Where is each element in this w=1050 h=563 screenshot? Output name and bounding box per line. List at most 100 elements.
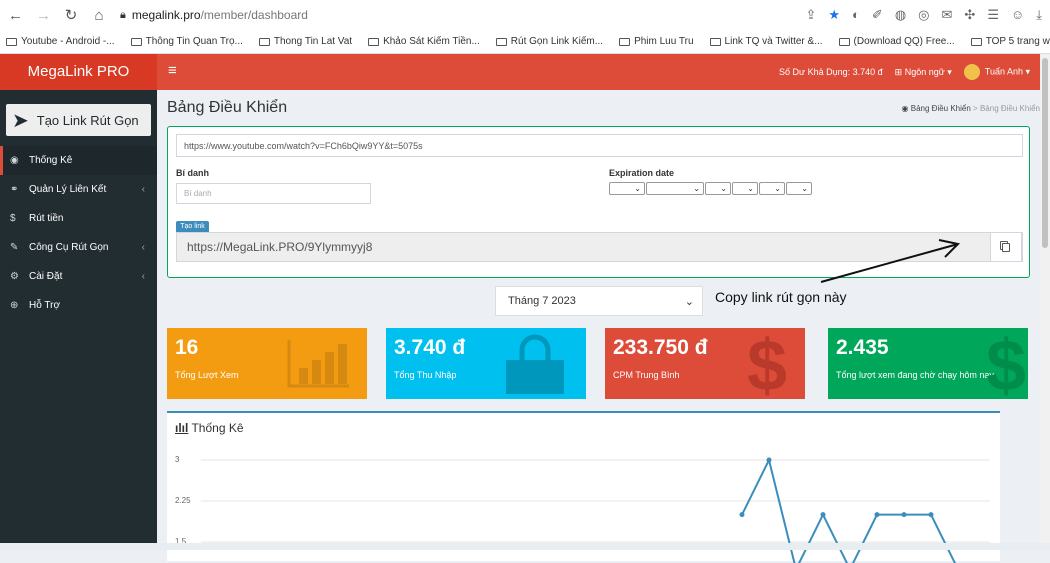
folder-icon: [619, 37, 631, 46]
home-icon[interactable]: ⌂: [92, 7, 106, 24]
lock-icon: 🔒︎: [120, 8, 126, 21]
bookmark-item[interactable]: (Download QQ) Free...: [838, 36, 955, 47]
breadcrumb-home[interactable]: Bảng Điều Khiển: [911, 104, 971, 113]
extension-icon[interactable]: ◐: [852, 7, 860, 23]
sidebar-item-label: Hỗ Trợ: [29, 300, 61, 311]
bookmark-item[interactable]: Youtube - Android -...: [6, 36, 115, 47]
chevron-left-icon: ‹: [141, 184, 145, 195]
download-icon[interactable]: ⤓: [1036, 7, 1042, 23]
bookmark-item[interactable]: Thông Tin Quan Trọ...: [130, 36, 243, 47]
long-url-input[interactable]: https://www.youtube.com/watch?v=FCh6bQiw…: [176, 134, 1023, 157]
folder-icon: [368, 37, 380, 46]
bookmark-item[interactable]: Link TQ và Twitter &...: [709, 36, 823, 47]
tile-value: 3.740 đ: [394, 336, 466, 359]
pending-views-tile: 2.435 Tổng lượt xem đang chờ chạy hôm na…: [828, 328, 1028, 399]
expiration-ampm-select[interactable]: ⌄: [786, 182, 812, 195]
user-menu[interactable]: Tuấn Anh ▾: [963, 64, 1030, 80]
reload-icon[interactable]: ↻: [64, 6, 78, 24]
sidebar-item-6[interactable]: ⊕ Hỗ Trợ: [0, 291, 157, 320]
sidebar-item-label: Cài Đặt: [29, 271, 63, 282]
menu-toggle-icon[interactable]: ≡: [168, 62, 177, 79]
extension-icon[interactable]: ✐: [872, 7, 883, 23]
puzzle-icon[interactable]: ✣: [964, 7, 975, 23]
scrollbar-thumb[interactable]: [1042, 58, 1048, 248]
cpm-tile: 233.750 đ CPM Trung Bình $: [605, 328, 805, 399]
avatar: [963, 64, 980, 80]
data-point[interactable]: [874, 512, 880, 518]
annotation-arrow: [820, 239, 961, 283]
expiration-year-select[interactable]: ⌄: [705, 182, 731, 195]
breadcrumb-separator: >: [973, 104, 978, 113]
main-content: Bảng Điều Khiển ◉ Bảng Điều Khiển > Bảng…: [157, 90, 1040, 563]
dollar-icon: $: [746, 328, 787, 399]
page-scrollbar[interactable]: [1040, 54, 1050, 550]
data-point[interactable]: [766, 457, 772, 463]
back-icon[interactable]: ←: [8, 7, 23, 24]
shopping-bag-icon: [506, 334, 564, 394]
expiration-hour-select[interactable]: ⌄: [732, 182, 758, 195]
tile-label: Tổng Thu Nhập: [394, 370, 457, 380]
dashboard-icon: ◉: [901, 104, 909, 113]
bookmark-item[interactable]: TOP 5 trang web ch...: [970, 36, 1050, 47]
gears-icon: ⚙: [10, 271, 19, 282]
stats-line-chart: [201, 457, 990, 563]
bookmark-item[interactable]: Thong Tin Lat Vat: [258, 36, 353, 47]
os-taskbar: [0, 543, 1050, 550]
user-name: Tuấn Anh ▾: [984, 66, 1030, 77]
extension-icon[interactable]: ✉: [942, 7, 953, 23]
data-point[interactable]: [820, 512, 826, 518]
url-host: megalink.pro: [131, 8, 201, 22]
alias-label: Bí danh: [176, 168, 209, 178]
breadcrumb: ◉ Bảng Điều Khiển > Bảng Điều Khiển: [902, 104, 1040, 113]
browser-toolbar: ← → ↻ ⌂ 🔒︎ megalink.pro/member/dashboard…: [0, 0, 1050, 30]
sidebar-item-5[interactable]: ⚙ Cài Đặt ‹: [0, 262, 157, 291]
app-logo[interactable]: MegaLink PRO: [0, 54, 157, 90]
sidebar-item-3[interactable]: $ Rút tiền: [0, 204, 157, 233]
tile-label: CPM Trung Bình: [613, 370, 680, 380]
extension-icons: ⇪ ★ ◐ ✐ ◍ ◎ ✉ ✣ ☰ ☺ ⤓: [805, 7, 1042, 23]
alias-input[interactable]: Bí danh: [176, 183, 371, 204]
reading-list-icon[interactable]: ☰: [987, 7, 999, 23]
extension-icon[interactable]: ◎: [918, 7, 929, 23]
bookmark-label: Thong Tin Lat Vat: [273, 36, 353, 47]
short-url-text: https://MegaLink.PRO/9Ylymmyyj8: [187, 240, 373, 254]
sidebar-item-1[interactable]: ◉ Thống Kê: [0, 146, 157, 175]
bookmark-item[interactable]: Phim Luu Tru: [619, 36, 694, 47]
data-point[interactable]: [739, 512, 745, 518]
sidebar-item-2[interactable]: ⚭ Quản Lý Liên Kết ‹: [0, 175, 157, 204]
bookmark-label: TOP 5 trang web ch...: [985, 36, 1050, 47]
share-icon[interactable]: ⇪: [805, 7, 816, 23]
chevron-down-icon: ⌄: [684, 295, 694, 308]
create-short-link-button[interactable]: ➤ Tạo Link Rút Gọn: [6, 104, 151, 136]
dollar-icon: $: [10, 213, 16, 224]
expiration-label: Expiration date: [609, 168, 675, 178]
bar-chart-icon: [287, 340, 349, 388]
data-point[interactable]: [928, 512, 934, 518]
bookmark-label: Phim Luu Tru: [634, 36, 694, 47]
bookmarks-bar: Youtube - Android -... Thông Tin Quan Trọ…: [0, 30, 1050, 54]
bookmark-item[interactable]: Khảo Sát Kiếm Tiền...: [368, 36, 480, 47]
tile-value: 16: [175, 336, 199, 359]
expiration-day-select[interactable]: ⌄: [609, 182, 645, 195]
forward-icon[interactable]: →: [36, 7, 51, 24]
month-select[interactable]: Tháng 7 2023 ⌄: [495, 286, 703, 316]
extension-icon[interactable]: ◍: [895, 7, 906, 23]
month-select-value: Tháng 7 2023: [508, 295, 576, 307]
bookmark-label: (Download QQ) Free...: [853, 36, 955, 47]
sidebar: ➤ Tạo Link Rút Gọn ◉ Thống Kê ⚭ Quản Lý Liê…: [0, 90, 157, 550]
bookmark-label: Rút Gọn Link Kiếm...: [510, 36, 604, 47]
chevron-left-icon: ‹: [141, 242, 145, 253]
expiration-minute-select[interactable]: ⌄: [759, 182, 785, 195]
profile-icon[interactable]: ☺: [1011, 7, 1024, 23]
copy-button[interactable]: [990, 232, 1022, 262]
sidebar-item-4[interactable]: ✎ Công Cụ Rút Gọn ‹: [0, 233, 157, 262]
address-bar[interactable]: 🔒︎ megalink.pro/member/dashboard: [120, 8, 308, 22]
data-point[interactable]: [901, 512, 907, 518]
bookmark-star-icon[interactable]: ★: [828, 7, 840, 23]
bookmark-label: Link TQ và Twitter &...: [724, 36, 823, 47]
chevron-left-icon: ‹: [141, 271, 145, 282]
income-tile: 3.740 đ Tổng Thu Nhập: [386, 328, 586, 399]
bookmark-item[interactable]: Rút Gọn Link Kiếm...: [495, 36, 604, 47]
expiration-month-select[interactable]: ⌄: [646, 182, 704, 195]
language-menu[interactable]: ⊞ Ngôn ngữ ▾: [895, 67, 952, 78]
